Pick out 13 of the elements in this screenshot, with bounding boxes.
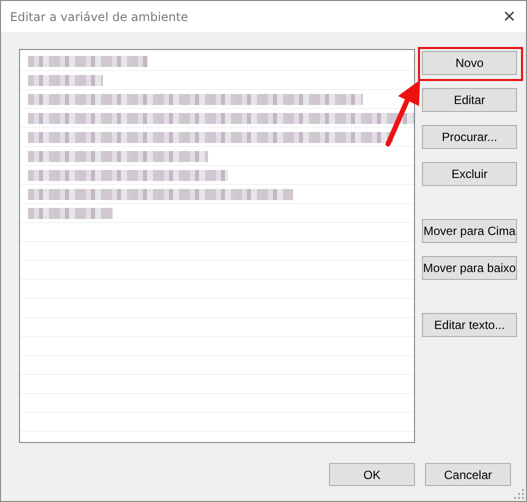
- side-button[interactable]: Mover para Cima: [422, 219, 517, 243]
- side-button[interactable]: Editar: [422, 88, 517, 112]
- close-icon[interactable]: ✕: [502, 7, 516, 26]
- side-button[interactable]: Novo: [422, 51, 517, 75]
- dialog-button[interactable]: OK: [329, 463, 415, 486]
- dialog-button[interactable]: Cancelar: [425, 463, 511, 486]
- side-button[interactable]: Excluir: [422, 162, 517, 186]
- window-title: Editar a variável de ambiente: [10, 10, 188, 24]
- side-button[interactable]: Editar texto...: [422, 313, 517, 337]
- path-list[interactable]: [19, 49, 415, 443]
- side-button[interactable]: Mover para baixo: [422, 256, 517, 280]
- resize-grip-icon[interactable]: [514, 489, 524, 499]
- side-button[interactable]: Procurar...: [422, 125, 517, 149]
